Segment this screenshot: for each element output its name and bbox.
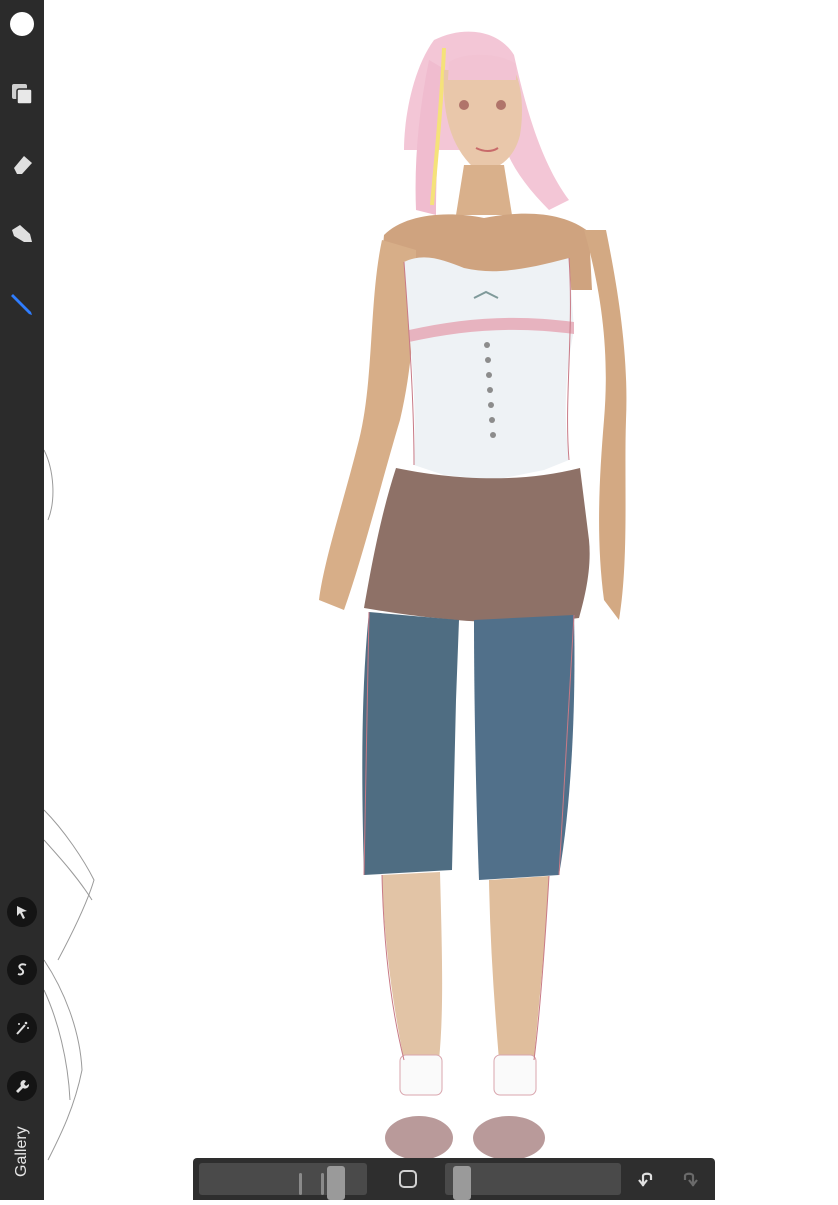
undo-button[interactable]: [633, 1165, 661, 1193]
opacity-slider[interactable]: [445, 1163, 621, 1200]
drawing-canvas[interactable]: [43, 0, 838, 1200]
magic-wand-icon: [16, 1021, 29, 1035]
blue-capri-pants: [362, 612, 575, 880]
brush-button[interactable]: [6, 288, 38, 320]
brush-size-slider[interactable]: [199, 1163, 367, 1200]
brown-skirt: [364, 468, 590, 623]
opacity-thumb[interactable]: [452, 1166, 471, 1200]
gallery-button[interactable]: Gallery: [2, 1120, 42, 1184]
bottom-slider-bar: [193, 1158, 715, 1200]
brush-icon: [11, 294, 32, 315]
eraser-button[interactable]: [6, 148, 38, 180]
white-circle-icon: [10, 12, 34, 36]
color-picker-button[interactable]: [6, 8, 38, 40]
neck: [456, 165, 512, 215]
transform-button[interactable]: [7, 897, 37, 927]
selection-button[interactable]: [7, 955, 37, 985]
socks: [399, 1054, 537, 1096]
smudge-button[interactable]: [6, 218, 38, 250]
undo-arrow-icon: [638, 1172, 653, 1187]
shoes: [385, 1116, 545, 1160]
layers-icon: [12, 84, 33, 105]
sketch-artwork: [43, 31, 627, 1161]
selection-s-icon: [17, 963, 27, 976]
actions-button[interactable]: [7, 1071, 37, 1101]
redo-button[interactable]: [675, 1165, 703, 1193]
smudge-icon: [12, 225, 32, 242]
layers-button[interactable]: [6, 78, 38, 110]
white-top: [404, 257, 574, 480]
slider-tick: [299, 1173, 302, 1195]
left-toolbar: Gallery: [0, 0, 44, 1200]
arrow-cursor-icon: [17, 906, 27, 919]
face: [443, 54, 522, 170]
side-sketch: [43, 449, 95, 1161]
brush-size-thumb[interactable]: [326, 1166, 345, 1200]
adjustments-button[interactable]: [7, 1013, 37, 1043]
modify-button[interactable]: [394, 1165, 422, 1193]
slider-tick: [321, 1173, 324, 1195]
wrench-icon: [16, 1080, 30, 1093]
redo-arrow-icon: [683, 1172, 698, 1187]
left-leg: [382, 872, 443, 1060]
right-leg: [489, 876, 549, 1060]
eraser-icon: [14, 156, 32, 174]
rounded-square-icon: [399, 1170, 417, 1188]
